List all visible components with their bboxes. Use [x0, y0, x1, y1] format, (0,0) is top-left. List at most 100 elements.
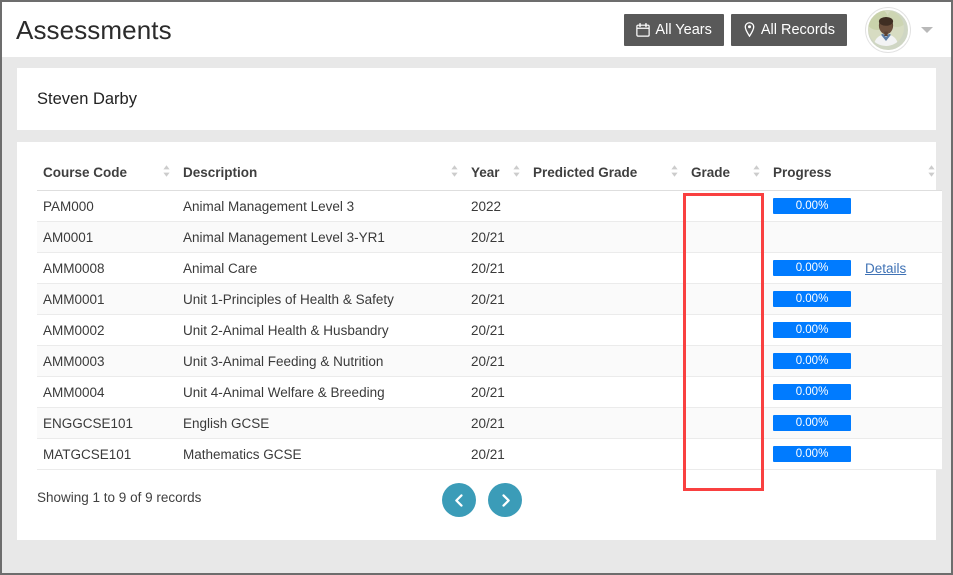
next-page-button[interactable] — [488, 483, 522, 517]
sort-updown-icon[interactable] — [927, 164, 936, 181]
assessments-table: Course Code Description Year Predicted G… — [37, 160, 942, 470]
previous-page-button[interactable] — [442, 483, 476, 517]
cell-grade — [685, 221, 767, 253]
page-title: Assessments — [16, 14, 172, 45]
cell-description: Mathematics GCSE — [177, 438, 465, 470]
top-bar: Assessments All Years All Records — [2, 2, 951, 57]
chevron-down-icon[interactable] — [921, 26, 933, 33]
column-header-label: Predicted Grade — [533, 165, 638, 180]
cell-course-code: AMM0002 — [37, 314, 177, 346]
cell-description: Unit 3-Animal Feeding & Nutrition — [177, 345, 465, 377]
sort-updown-icon[interactable] — [670, 164, 679, 181]
cell-description: Unit 2-Animal Health & Husbandry — [177, 314, 465, 346]
sort-updown-icon[interactable] — [512, 164, 521, 181]
cell-year: 20/21 — [465, 221, 527, 253]
cell-year: 20/21 — [465, 314, 527, 346]
cell-progress: 0.00% — [767, 345, 942, 377]
table-row[interactable]: AMM0001 Unit 1-Principles of Health & Saf… — [37, 283, 942, 315]
all-records-button[interactable]: All Records — [730, 13, 847, 46]
column-header-description[interactable]: Description — [177, 160, 465, 191]
all-records-label: All Records — [760, 21, 835, 38]
cell-predicted-grade — [527, 407, 685, 439]
cell-predicted-grade — [527, 314, 685, 346]
student-name: Steven Darby — [37, 89, 137, 108]
calendar-icon — [636, 22, 651, 37]
cell-predicted-grade — [527, 283, 685, 315]
cell-progress: 0.00% — [767, 190, 942, 222]
cell-year: 20/21 — [465, 283, 527, 315]
cell-predicted-grade — [527, 190, 685, 222]
sort-updown-icon[interactable] — [752, 164, 761, 181]
cell-year: 20/21 — [465, 407, 527, 439]
student-panel: Steven Darby — [17, 68, 936, 130]
sort-updown-icon[interactable] — [162, 164, 171, 181]
cell-course-code: MATGCSE101 — [37, 438, 177, 470]
table-row[interactable]: ENGGCSE101 English GCSE 20/21 0.00% — [37, 407, 942, 439]
column-header-predicted-grade[interactable]: Predicted Grade — [527, 160, 685, 191]
cell-progress: 0.00% — [767, 438, 942, 470]
progress-wrap: 0.00% — [773, 415, 936, 431]
progress-wrap: 0.00% — [773, 446, 936, 462]
column-header-label: Progress — [773, 165, 832, 180]
cell-grade — [685, 407, 767, 439]
cell-progress: 0.00% — [767, 283, 942, 315]
progress-wrap: 0.00% — [773, 384, 936, 400]
table-head: Course Code Description Year Predicted G… — [37, 160, 942, 191]
records-summary: Showing 1 to 9 of 9 records — [37, 490, 202, 505]
cell-progress: 0.00% — [767, 407, 942, 439]
cell-grade — [685, 376, 767, 408]
cell-grade — [685, 252, 767, 284]
assessments-panel: Course Code Description Year Predicted G… — [17, 142, 942, 540]
cell-year: 20/21 — [465, 345, 527, 377]
cell-description: Animal Care — [177, 252, 465, 284]
all-years-button[interactable]: All Years — [624, 13, 724, 46]
table-row[interactable]: PAM000 Animal Management Level 3 2022 0.00% — [37, 190, 942, 222]
cell-year: 20/21 — [465, 376, 527, 408]
table-row[interactable]: AMM0002 Unit 2-Animal Health & Husbandry 2… — [37, 314, 942, 346]
column-header-year[interactable]: Year — [465, 160, 527, 191]
table-row[interactable]: AMM0003 Unit 3-Animal Feeding & Nutrition… — [37, 345, 942, 377]
cell-predicted-grade — [527, 438, 685, 470]
cell-year: 20/21 — [465, 438, 527, 470]
column-header-label: Description — [183, 165, 258, 180]
table-row[interactable]: AMM0004 Unit 4-Animal Welfare & Breeding 2… — [37, 376, 942, 408]
progress-bar: 0.00% — [773, 291, 851, 307]
sort-updown-icon[interactable] — [450, 164, 459, 181]
cell-grade — [685, 190, 767, 222]
avatar[interactable] — [866, 7, 910, 52]
cell-year: 2022 — [465, 190, 527, 222]
cell-course-code: AM0001 — [37, 221, 177, 253]
progress-bar: 0.00% — [773, 415, 851, 431]
cell-predicted-grade — [527, 221, 685, 253]
user-avatar-icon — [868, 9, 904, 46]
cell-grade — [685, 345, 767, 377]
progress-wrap: 0.00% — [773, 322, 936, 338]
cell-progress — [767, 221, 942, 253]
progress-bar: 0.00% — [773, 353, 851, 369]
table-row[interactable]: AMM0008 Animal Care 20/21 0.00% Details — [37, 252, 942, 284]
details-link[interactable]: Details — [865, 261, 906, 276]
pagination — [442, 483, 522, 517]
user-menu[interactable] — [866, 7, 933, 52]
column-header-label: Course Code — [43, 165, 128, 180]
cell-predicted-grade — [527, 376, 685, 408]
cell-predicted-grade — [527, 252, 685, 284]
column-header-grade[interactable]: Grade — [685, 160, 767, 191]
cell-progress: 0.00% Details — [767, 252, 942, 284]
cell-grade — [685, 314, 767, 346]
cell-progress: 0.00% — [767, 376, 942, 408]
chevron-left-icon — [453, 493, 466, 507]
column-header-label: Grade — [691, 165, 731, 180]
column-header-course-code[interactable]: Course Code — [37, 160, 177, 191]
progress-wrap: 0.00% — [773, 291, 936, 307]
cell-predicted-grade — [527, 345, 685, 377]
table-row[interactable]: AM0001 Animal Management Level 3-YR1 20/21 — [37, 221, 942, 253]
column-header-progress[interactable]: Progress — [767, 160, 942, 191]
cell-course-code: AMM0008 — [37, 252, 177, 284]
table-row[interactable]: MATGCSE101 Mathematics GCSE 20/21 0.00% — [37, 438, 942, 470]
progress-bar: 0.00% — [773, 384, 851, 400]
cell-description: Unit 1-Principles of Health & Safety — [177, 283, 465, 315]
cell-course-code: PAM000 — [37, 190, 177, 222]
progress-wrap: 0.00% Details — [773, 260, 936, 276]
cell-course-code: AMM0004 — [37, 376, 177, 408]
